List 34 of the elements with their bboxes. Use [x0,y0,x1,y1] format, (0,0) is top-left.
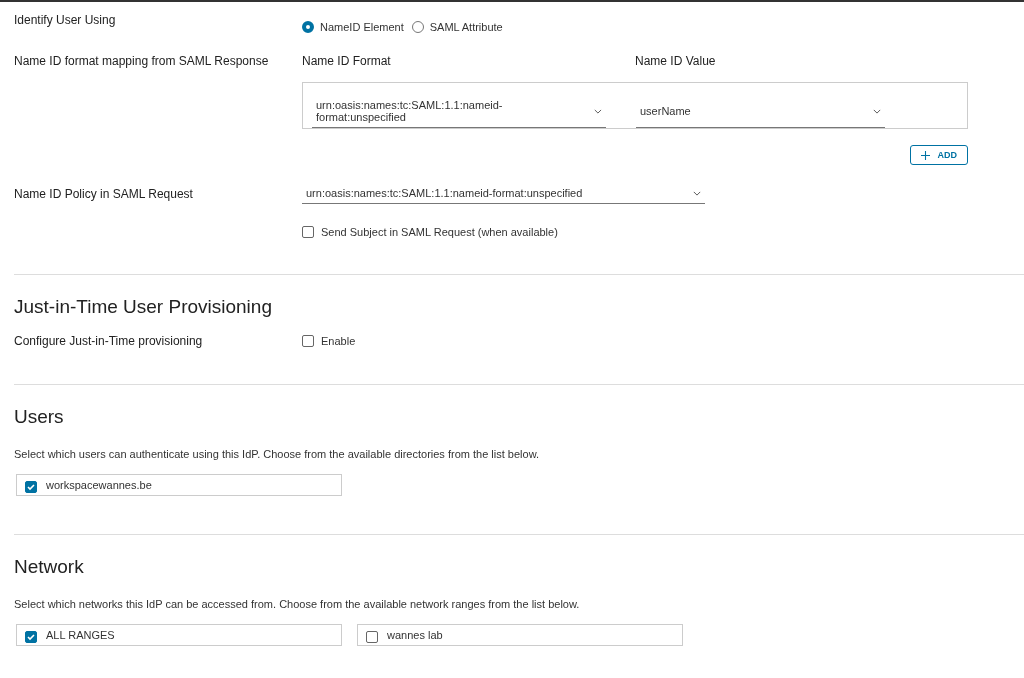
section-title: Network [14,556,85,578]
radio-label: SAML Attribute [429,21,503,33]
checkbox-label: Send Subject in SAML Request (when available) [321,226,558,238]
value-dropdown[interactable]: userName [636,97,885,128]
chevron-down-icon [873,108,881,114]
network-range-item[interactable]: ALL RANGES [16,624,342,646]
field-label: Name ID format mapping from SAML Response [14,54,270,70]
section-description: Select which networks this IdP can be accessed from. Choose from the available network ranges from the list below. [14,598,581,610]
radio-icon[interactable] [302,21,314,33]
column-header: Name ID Format [302,54,392,68]
add-button[interactable]: ADD [909,145,968,165]
checkbox[interactable] [25,481,37,493]
field-label: Configure Just-in-Time provisioning [14,334,204,348]
section-title: Users [14,406,65,428]
radio-option[interactable]: NameID Element [302,12,404,42]
format-dropdown[interactable]: urn:oasis:names:tc:SAML:1.1:nameid-format:unspecified [312,97,606,128]
section-description: Select which users can authenticate using this IdP. Choose from the available directories from the list below. [14,448,541,460]
checkbox-label: Enable [321,335,356,347]
radio-option[interactable]: SAML Attribute [411,12,503,42]
checkbox[interactable] [25,631,37,643]
column-header: Name ID Value [635,54,716,68]
policy-dropdown[interactable]: urn:oasis:names:tc:SAML:1.1:nameid-format:unspecified [302,185,705,204]
plus-icon [920,150,930,160]
field-label: Name ID Policy in SAML Request [14,186,194,203]
checkbox[interactable] [366,631,378,643]
directory-item[interactable]: workspacewannes.be [16,474,342,496]
network-range-item[interactable]: wannes lab [357,624,683,646]
field-label: Identify User Using [14,12,117,29]
chevron-down-icon [693,190,701,196]
section-title: Just-in-Time User Provisioning [14,296,273,318]
checkbox[interactable] [302,226,314,238]
chevron-down-icon [594,108,602,114]
radio-label: NameID Element [320,21,404,33]
checkbox[interactable] [302,335,314,347]
